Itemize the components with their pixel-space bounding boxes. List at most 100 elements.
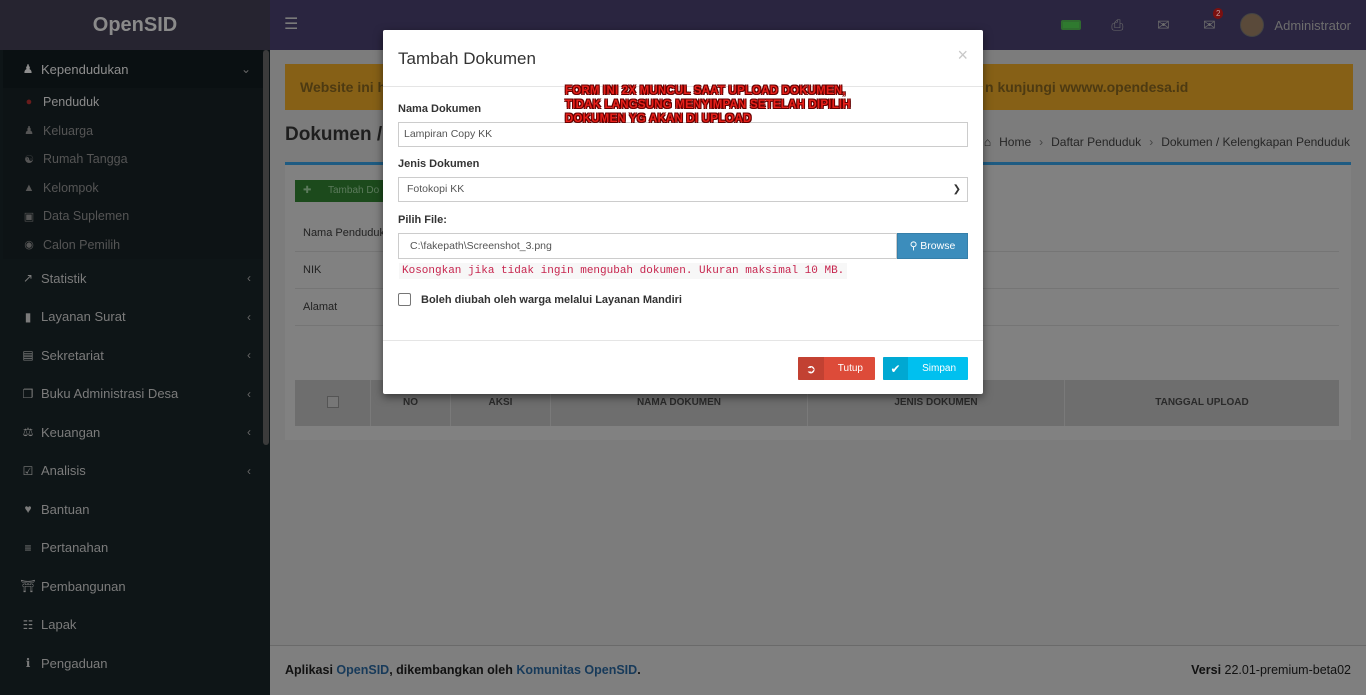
breadcrumb-daftar-penduduk[interactable]: Daftar Penduduk <box>1051 135 1141 149</box>
sidebar-subitem-penduduk[interactable]: ● Penduduk <box>3 88 263 117</box>
sidebar-item-pembangunan[interactable]: ⛩ Pembangunan <box>3 567 263 606</box>
sidebar-item-label: Keuangan <box>41 424 101 440</box>
plus-icon: ✚ <box>303 185 312 196</box>
sidebar-item-sekretariat[interactable]: ▤ Sekretariat ‹ <box>3 336 263 375</box>
banner-text-right: n kunjungi wwww.opendesa.id <box>985 79 1189 95</box>
file-path-input[interactable]: C:\fakepath\Screenshot_3.png <box>398 233 897 259</box>
sidebar-subitem-label: Kelompok <box>43 180 99 195</box>
version-label: Versi <box>1191 663 1222 677</box>
sidebar-item-label: Pertanahan <box>41 540 109 556</box>
sidebar-item-keuangan[interactable]: ⚖ Keuangan ‹ <box>3 413 263 452</box>
breadcrumb-separator: › <box>1149 135 1154 149</box>
footer: Aplikasi OpenSID, dikembangkan oleh Komu… <box>270 645 1366 695</box>
chevron-left-icon: ‹ <box>247 348 251 363</box>
annotation-line: TIDAK LANGSUNG MENYIMPAN SETELAH DIPILIH <box>565 99 851 111</box>
opensid-link[interactable]: OpenSID <box>336 663 389 677</box>
home-icon: ⌂ <box>983 135 992 149</box>
chevron-down-icon: ⌄ <box>240 62 251 76</box>
sidebar-item-kependudukan[interactable]: ♟ Kependudukan ⌄ <box>3 50 263 88</box>
archive-icon: ▤ <box>22 348 34 363</box>
annotation-line: FORM INI 2X MUNCUL SAAT UPLOAD DOKUMEN, <box>565 85 846 97</box>
mandiri-checkbox[interactable] <box>398 293 411 306</box>
mail-icon[interactable]: ✉ 2 <box>1186 8 1232 34</box>
breadcrumb-home[interactable]: Home <box>999 135 1031 149</box>
sidebar-item-label: Sekretariat <box>41 347 104 363</box>
sidebar-scrollbar[interactable] <box>263 50 269 445</box>
brand-logo[interactable]: OpenSID <box>0 0 270 50</box>
sign-out-icon: ➲ <box>798 357 824 380</box>
sidebar-subitem-calon-pemilih[interactable]: ◉ Calon Pemilih <box>3 230 263 259</box>
chevron-left-icon: ‹ <box>247 463 251 478</box>
sidebar-item-label: Buku Administrasi Desa <box>41 386 179 402</box>
sidebar-item-analisis[interactable]: ☑ Analisis ‹ <box>3 452 263 491</box>
annotation-line: DOKUMEN YG AKAN DI UPLOAD <box>565 113 752 125</box>
sidebar-item-label: Layanan Surat <box>41 309 126 325</box>
close-icon[interactable]: × <box>957 45 968 66</box>
community-link[interactable]: Komunitas OpenSID <box>516 663 637 677</box>
sidebar-item-label: Kependudukan <box>41 61 129 77</box>
copy-icon: ❐ <box>22 386 34 401</box>
sidebar-item-layanan-surat[interactable]: ▮ Layanan Surat ‹ <box>3 298 263 337</box>
sidebar-item-bantuan[interactable]: ♥ Bantuan <box>3 490 263 529</box>
notification-badge: 2 <box>1212 8 1224 19</box>
sidebar-item-pertanahan[interactable]: ≡ Pertanahan <box>3 529 263 568</box>
breadcrumb: ⌂ Home › Daftar Penduduk › Dokumen / Kel… <box>984 135 1350 149</box>
sidebar-subitem-label: Calon Pemilih <box>43 237 121 252</box>
col-tanggal-upload: TANGGAL UPLOAD <box>1155 397 1249 408</box>
simpan-button[interactable]: ✔ Simpan <box>883 357 968 380</box>
breadcrumb-current: Dokumen / Kelengkapan Penduduk <box>1161 135 1350 149</box>
footer-credits: Aplikasi OpenSID, dikembangkan oleh Komu… <box>285 663 641 677</box>
battery-icon[interactable] <box>1048 17 1094 34</box>
sidebar-item-label: Lapak <box>41 617 77 633</box>
sidebar-item-label: Statistik <box>41 270 87 286</box>
add-document-button[interactable]: ✚ Tambah Do <box>295 180 385 202</box>
banner-text-left: Website ini h <box>300 79 387 95</box>
tutup-button[interactable]: ➲ Tutup <box>798 357 875 380</box>
comments-icon: ☯ <box>24 153 34 166</box>
sidebar-subitem-rumah-tangga[interactable]: ☯ Rumah Tangga <box>3 145 263 174</box>
jenis-dokumen-select[interactable]: Fotokopi KK ❯ <box>398 177 968 202</box>
nama-dokumen-label: Nama Dokumen <box>398 103 482 115</box>
sidebar-subitem-kelompok[interactable]: ▲ Kelompok <box>3 173 263 202</box>
sidebar-item-buku-administrasi[interactable]: ❐ Buku Administrasi Desa ‹ <box>3 375 263 414</box>
info-icon: ℹ <box>25 656 31 671</box>
road-icon: ≡ <box>24 540 32 555</box>
cart-icon: ☷ <box>22 617 34 632</box>
sidebar-subitem-label: Keluarga <box>43 123 94 138</box>
sidebar-item-label: Pengaduan <box>41 655 108 671</box>
add-document-label: Tambah Do <box>328 185 380 196</box>
select-all-checkbox-cell[interactable] <box>295 380 371 426</box>
page-title: Dokumen / <box>285 124 383 145</box>
simpan-label: Simpan <box>922 363 956 374</box>
balance-scale-icon: ⚖ <box>22 425 34 440</box>
sidebar-item-lapak[interactable]: ☷ Lapak <box>3 606 263 645</box>
browse-button[interactable]: ⚲ Browse <box>897 233 968 259</box>
sidebar-item-label: Bantuan <box>41 501 90 517</box>
sidebar-subitem-label: Penduduk <box>43 95 100 110</box>
bank-icon: ⛩ <box>20 579 36 594</box>
check-icon: ✔ <box>883 357 909 380</box>
print-icon[interactable]: ⎙ <box>1094 17 1140 34</box>
sidebar: OpenSID ♟ Kependudukan ⌄ ● Penduduk ♟ Ke… <box>0 0 270 695</box>
hamburger-menu-icon[interactable]: ☰ <box>284 14 298 34</box>
file-hint: Kosongkan jika tidak ingin mengubah doku… <box>399 263 848 279</box>
modal-header: Tambah Dokumen × <box>383 30 983 87</box>
sidebar-item-label: Pembangunan <box>41 578 126 594</box>
user-menu[interactable]: Administrator <box>1232 13 1366 37</box>
breadcrumb-separator: › <box>1039 135 1044 149</box>
jenis-dokumen-label: Jenis Dokumen <box>398 158 480 170</box>
sidebar-item-statistik[interactable]: ↗ Statistik ‹ <box>3 259 263 298</box>
inbox-icon: ▣ <box>23 210 35 223</box>
sidebar-subitem-keluarga[interactable]: ♟ Keluarga <box>3 116 263 145</box>
annotation-text: FORM INI 2X MUNCUL SAAT UPLOAD DOKUMEN, … <box>565 84 851 126</box>
sidebar-item-pengaduan[interactable]: ℹ Pengaduan <box>3 644 263 683</box>
user-icon: ● <box>25 96 33 109</box>
search-icon: ⚲ <box>909 240 918 252</box>
sidebar-subitem-data-suplemen[interactable]: ▣ Data Suplemen <box>3 202 263 231</box>
comment-icon[interactable]: ✉ <box>1140 16 1186 34</box>
sidebar-menu: ♟ Kependudukan ⌄ ● Penduduk ♟ Keluarga ☯… <box>3 50 263 683</box>
browse-label: Browse <box>920 240 956 252</box>
chevron-left-icon: ‹ <box>247 425 251 440</box>
book-icon: ▮ <box>24 309 32 324</box>
chevron-left-icon: ‹ <box>247 386 251 401</box>
